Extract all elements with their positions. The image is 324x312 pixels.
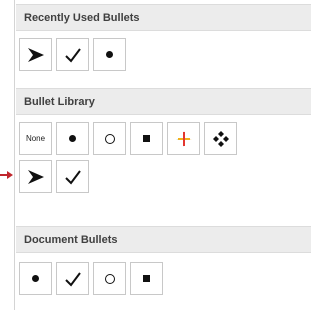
library-bullet-circle[interactable]: [93, 122, 126, 155]
library-bullet-star[interactable]: [167, 122, 200, 155]
arrowhead-bullet-icon: [27, 47, 44, 62]
pointer-arrow-icon: [0, 171, 13, 179]
library-bullet-arrowhead[interactable]: [19, 160, 52, 193]
filled-dot-bullet-icon: [69, 135, 76, 142]
filled-square-bullet-icon: [143, 135, 150, 142]
arrowhead-bullet-icon: [27, 169, 44, 184]
recent-bullet-dot[interactable]: [93, 38, 126, 71]
library-bullet-square[interactable]: [130, 122, 163, 155]
hollow-circle-bullet-icon: [104, 273, 115, 284]
document-bullet-dot[interactable]: [19, 262, 52, 295]
document-bullet-square[interactable]: [130, 262, 163, 295]
filled-dot-bullet-icon: [106, 51, 113, 58]
diamond-cluster-bullet-icon: [212, 130, 229, 147]
checkmark-bullet-icon: [64, 169, 81, 185]
multicolor-star-bullet-icon: [175, 130, 192, 147]
library-bullet-none[interactable]: None: [19, 122, 52, 155]
recently-used-bullets-header: Recently Used Bullets: [16, 4, 311, 31]
none-bullet-label: None: [25, 134, 46, 143]
document-bullet-checkmark[interactable]: [56, 262, 89, 295]
recent-bullet-checkmark[interactable]: [56, 38, 89, 71]
library-bullet-diamond-cluster[interactable]: [204, 122, 237, 155]
bullets-gallery-panel: Recently Used Bullets Bullet Library Non…: [14, 0, 311, 310]
document-bullets-header: Document Bullets: [16, 226, 311, 253]
checkmark-bullet-icon: [64, 271, 81, 287]
recent-bullet-arrowhead[interactable]: [19, 38, 52, 71]
hollow-circle-bullet-icon: [104, 133, 115, 144]
library-bullet-dot[interactable]: [56, 122, 89, 155]
checkmark-bullet-icon: [64, 47, 81, 63]
document-bullet-circle[interactable]: [93, 262, 126, 295]
library-bullet-checkmark[interactable]: [56, 160, 89, 193]
bullet-library-header: Bullet Library: [16, 88, 311, 115]
filled-square-bullet-icon: [143, 275, 150, 282]
filled-dot-bullet-icon: [32, 275, 39, 282]
